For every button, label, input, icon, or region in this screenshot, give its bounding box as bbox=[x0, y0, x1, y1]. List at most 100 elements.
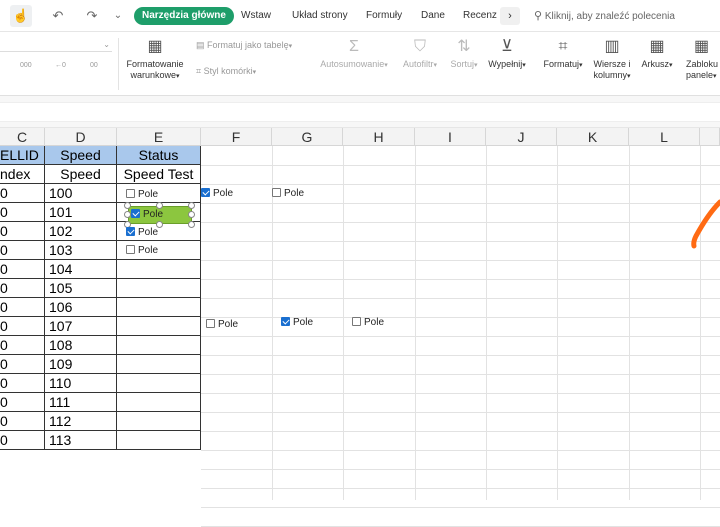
autosum-button[interactable]: Σ Autosumowanie▾ bbox=[318, 38, 390, 71]
cell-c-data[interactable]: 0 bbox=[0, 260, 45, 279]
redo-icon[interactable]: ↷ bbox=[84, 5, 100, 27]
cell-d-data[interactable]: 103 bbox=[45, 241, 117, 260]
cell-c-data[interactable]: 0 bbox=[0, 412, 45, 431]
cell-d-data[interactable]: 111 bbox=[45, 393, 117, 412]
column-header-k[interactable]: K bbox=[557, 128, 629, 146]
format-as-table-button[interactable]: ▤ Formatuj jako tabelę▾ bbox=[196, 40, 292, 51]
cell-d-data[interactable]: 101 bbox=[45, 203, 117, 222]
cell-d-data[interactable]: 110 bbox=[45, 374, 117, 393]
resize-handle[interactable] bbox=[156, 202, 163, 209]
customize-icon[interactable]: ⌄ bbox=[112, 5, 124, 27]
column-header-j[interactable]: J bbox=[486, 128, 557, 146]
cell-d2[interactable]: Speed bbox=[45, 165, 117, 184]
cell-c1[interactable]: ELLID bbox=[0, 146, 45, 165]
cell-e-data[interactable] bbox=[117, 374, 201, 393]
decrease-decimal-button[interactable]: 00 bbox=[90, 62, 98, 70]
format-button[interactable]: ⌗ Formatuj▾ bbox=[542, 38, 584, 71]
rows-columns-button[interactable]: ▥ Wiersze i kolumny▾ bbox=[590, 38, 634, 82]
column-header-e[interactable]: E bbox=[117, 128, 201, 146]
cell-d-data[interactable]: 106 bbox=[45, 298, 117, 317]
tab-review[interactable]: Recenz bbox=[463, 7, 497, 25]
cell-e-data[interactable] bbox=[117, 260, 201, 279]
cell-c-data[interactable]: 0 bbox=[0, 279, 45, 298]
cell-d-data[interactable]: 102 bbox=[45, 222, 117, 241]
cell-d-data[interactable]: 109 bbox=[45, 355, 117, 374]
undo-icon[interactable]: ↶ bbox=[50, 5, 66, 27]
cell-c-data[interactable]: 0 bbox=[0, 241, 45, 260]
checkbox-e3[interactable]: Pole bbox=[126, 227, 158, 239]
cell-d-data[interactable]: 107 bbox=[45, 317, 117, 336]
cell-e-data[interactable] bbox=[117, 317, 201, 336]
sort-button[interactable]: ⇅ Sortuj▾ bbox=[448, 38, 480, 71]
cell-style-button[interactable]: ⌗ Styl komórki▾ bbox=[196, 66, 256, 77]
conditional-formatting-button[interactable]: ▦ Formatowanie warunkowe▾ bbox=[124, 38, 186, 82]
checkbox-f8[interactable]: Pole bbox=[206, 319, 238, 331]
cell-c-data[interactable]: 0 bbox=[0, 336, 45, 355]
sheet-button[interactable]: ▦ Arkusz▾ bbox=[640, 38, 674, 71]
fill-button[interactable]: ⊻ Wypełnij▾ bbox=[486, 38, 528, 71]
cell-e-data[interactable] bbox=[117, 279, 201, 298]
cell-e-data[interactable] bbox=[117, 298, 201, 317]
cell-e-data[interactable] bbox=[117, 393, 201, 412]
cell-d-data[interactable]: 104 bbox=[45, 260, 117, 279]
tab-home[interactable]: Narzędzia główne bbox=[134, 7, 234, 25]
cell-c-data[interactable]: 0 bbox=[0, 317, 45, 336]
column-header-l[interactable]: L bbox=[629, 128, 700, 146]
font-size-field[interactable]: ⌄ bbox=[0, 40, 112, 52]
checkbox-g1[interactable]: Pole bbox=[272, 188, 304, 200]
command-search[interactable]: ⚲ Kliknij, aby znaleźć polecenia bbox=[534, 7, 675, 26]
resize-handle[interactable] bbox=[188, 211, 195, 218]
cell-e-data[interactable] bbox=[117, 355, 201, 374]
resize-handle[interactable] bbox=[124, 211, 131, 218]
checkbox-e4[interactable]: Pole bbox=[126, 245, 158, 257]
tab-formulas[interactable]: Formuły bbox=[366, 7, 402, 25]
cell-e-data[interactable] bbox=[117, 431, 201, 450]
cell-c2[interactable]: ndex bbox=[0, 165, 45, 184]
freeze-panes-button[interactable]: ▦ Zabloku panele▾ bbox=[686, 38, 720, 82]
pointer-icon[interactable]: ☝ bbox=[10, 5, 32, 27]
cell-e1[interactable]: Status bbox=[117, 146, 201, 165]
cell-d-data[interactable]: 113 bbox=[45, 431, 117, 450]
column-header-c[interactable]: C bbox=[0, 128, 45, 146]
resize-handle[interactable] bbox=[188, 202, 195, 209]
cell-d-data[interactable]: 100 bbox=[45, 184, 117, 203]
cell-e2[interactable]: Speed Test bbox=[117, 165, 201, 184]
column-header-m[interactable] bbox=[700, 128, 720, 146]
column-header-d[interactable]: D bbox=[45, 128, 117, 146]
cell-c-data[interactable]: 0 bbox=[0, 203, 45, 222]
resize-handle[interactable] bbox=[188, 221, 195, 228]
column-header-i[interactable]: I bbox=[415, 128, 486, 146]
increase-decimal-button[interactable]: ←0 bbox=[55, 62, 66, 70]
cell-c-data[interactable]: 0 bbox=[0, 374, 45, 393]
column-header-f[interactable]: F bbox=[201, 128, 272, 146]
cell-c-data[interactable]: 0 bbox=[0, 184, 45, 203]
cell-e-data[interactable] bbox=[117, 412, 201, 431]
resize-handle[interactable] bbox=[124, 202, 131, 209]
cell-c-data[interactable]: 0 bbox=[0, 298, 45, 317]
checkbox-e1[interactable]: Pole bbox=[126, 189, 158, 201]
cell-d-data[interactable]: 108 bbox=[45, 336, 117, 355]
cell-c-data[interactable]: 0 bbox=[0, 222, 45, 241]
gridline bbox=[201, 469, 720, 470]
formula-input[interactable] bbox=[0, 102, 720, 122]
cell-c-data[interactable]: 0 bbox=[0, 431, 45, 450]
cell-d-data[interactable]: 112 bbox=[45, 412, 117, 431]
tab-page-layout[interactable]: Układ strony bbox=[292, 7, 348, 25]
checkbox-g8[interactable]: Pole bbox=[281, 317, 313, 329]
column-header-g[interactable]: G bbox=[272, 128, 343, 146]
cell-d1[interactable]: Speed bbox=[45, 146, 117, 165]
cell-c-data[interactable]: 0 bbox=[0, 355, 45, 374]
cell-c-data[interactable]: 0 bbox=[0, 393, 45, 412]
checkbox-f1[interactable]: Pole bbox=[201, 188, 233, 200]
cell-e-data[interactable] bbox=[117, 336, 201, 355]
gridline bbox=[201, 184, 720, 185]
more-tabs-button[interactable]: › bbox=[500, 7, 520, 25]
thousands-format-button[interactable]: 000 bbox=[20, 62, 32, 70]
spreadsheet-grid[interactable]: C D E F G H I J K L ELLID Speed Status n… bbox=[0, 128, 720, 527]
checkbox-h8[interactable]: Pole bbox=[352, 317, 384, 329]
tab-insert[interactable]: Wstaw bbox=[241, 7, 271, 25]
cell-d-data[interactable]: 105 bbox=[45, 279, 117, 298]
column-header-h[interactable]: H bbox=[343, 128, 415, 146]
autofilter-button[interactable]: ⛉ Autofiltr▾ bbox=[398, 38, 442, 71]
tab-data[interactable]: Dane bbox=[421, 7, 445, 25]
